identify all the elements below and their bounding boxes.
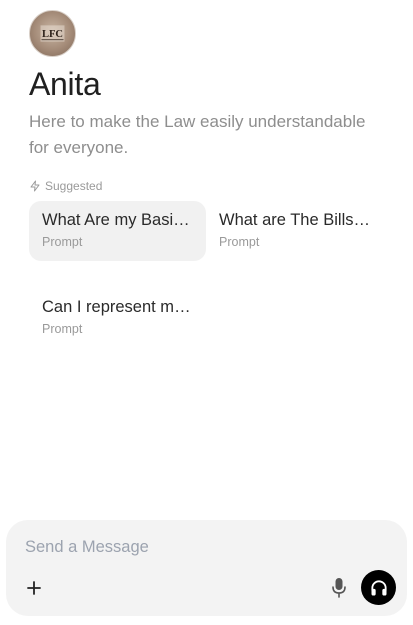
add-button[interactable] xyxy=(23,577,45,599)
message-composer xyxy=(6,520,407,616)
suggestion-card[interactable]: What Are my Basic Rights as a Tenant? Pr… xyxy=(29,201,206,261)
microphone-icon xyxy=(332,578,346,598)
chat-page: LFC Anita Here to make the Law easily un… xyxy=(0,0,413,625)
model-description: Here to make the Law easily understandab… xyxy=(29,112,366,157)
plus-icon xyxy=(27,581,41,595)
suggestion-title: Can I represent myself in court? xyxy=(42,298,193,316)
suggestion-title: What are The Bills of Rights? xyxy=(219,211,370,229)
headphones-icon xyxy=(370,579,387,595)
suggested-heading: Suggested xyxy=(29,179,102,193)
voice-mode-button[interactable] xyxy=(361,570,396,605)
suggestion-subtitle: Prompt xyxy=(42,235,83,249)
suggestion-title: What Are my Basic Rights as a Tenant? xyxy=(42,211,193,229)
avatar-logo: LFC xyxy=(40,25,65,42)
model-name: Anita xyxy=(29,66,101,102)
microphone-button[interactable] xyxy=(328,576,350,600)
model-avatar: LFC xyxy=(29,10,76,57)
suggestion-subtitle: Prompt xyxy=(42,322,83,336)
suggestion-card[interactable]: Can I represent myself in court? Prompt xyxy=(29,288,206,348)
bolt-icon xyxy=(30,180,40,192)
suggested-label: Suggested xyxy=(45,179,103,193)
message-input[interactable] xyxy=(25,538,385,557)
svg-text:LFC: LFC xyxy=(42,29,63,40)
suggestion-card[interactable]: What are The Bills of Rights? Prompt xyxy=(206,201,383,261)
suggestion-subtitle: Prompt xyxy=(219,235,260,249)
